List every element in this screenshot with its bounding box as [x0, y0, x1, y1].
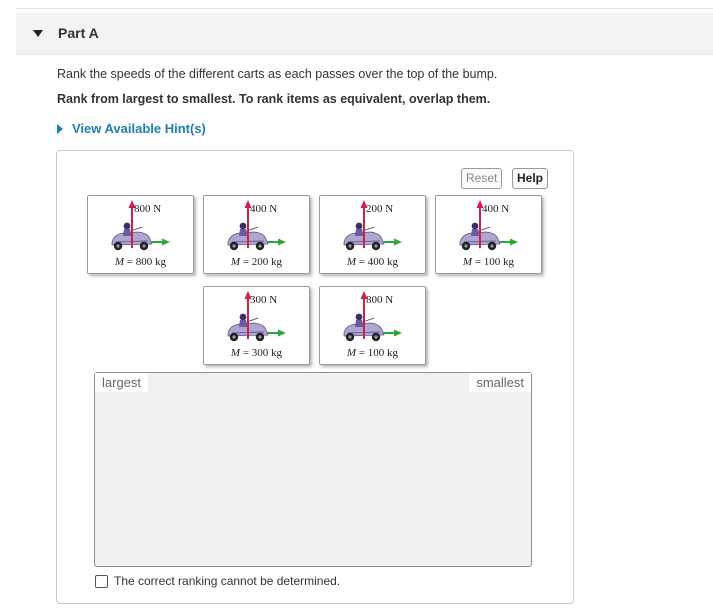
force-label: 200 N	[366, 203, 394, 215]
force-label: 800 N	[366, 294, 394, 306]
cart-card[interactable]: 300 N M = 300 kg	[203, 286, 310, 365]
mass-symbol: M	[230, 347, 241, 359]
mass-symbol: M	[114, 256, 125, 268]
mass-value: = 800 kg	[124, 256, 167, 268]
collapse-caret-icon[interactable]	[33, 30, 43, 37]
largest-label: largest	[95, 373, 149, 392]
part-header[interactable]: Part A	[16, 13, 713, 55]
view-hints-label: View Available Hint(s)	[72, 121, 206, 136]
mass-label: M = 400 kg	[320, 256, 425, 268]
cannot-determine-label: The correct ranking cannot be determined…	[114, 574, 341, 588]
mass-value: = 400 kg	[356, 256, 399, 268]
cart-card[interactable]: 200 N M = 400 kg	[319, 195, 426, 274]
ranking-drop-zone[interactable]: largest smallest	[94, 372, 532, 567]
mass-label: M = 200 kg	[204, 256, 309, 268]
mass-value: = 200 kg	[240, 256, 283, 268]
mass-value: = 100 kg	[356, 347, 399, 359]
mass-symbol: M	[346, 256, 357, 268]
top-divider	[16, 8, 713, 9]
instruction-text: Rank the speeds of the different carts a…	[57, 67, 498, 81]
cart-card[interactable]: 800 N M = 800 kg	[87, 195, 194, 274]
cart-card[interactable]: 400 N M = 200 kg	[203, 195, 310, 274]
mass-label: M = 300 kg	[204, 347, 309, 359]
force-label: 400 N	[250, 203, 278, 215]
ranking-panel: Reset Help 800 N M = 800 kg 400 N M = 20…	[56, 150, 574, 604]
cannot-determine-checkbox[interactable]	[95, 574, 108, 588]
instruction-bold-text: Rank from largest to smallest. To rank i…	[57, 92, 491, 106]
mass-value: = 300 kg	[240, 347, 283, 359]
mass-label: M = 100 kg	[436, 256, 541, 268]
help-button[interactable]: Help	[512, 168, 549, 189]
mass-label: M = 100 kg	[320, 347, 425, 359]
smallest-label: smallest	[469, 373, 531, 392]
force-label: 300 N	[250, 294, 278, 306]
mass-symbol: M	[462, 256, 473, 268]
force-label: 800 N	[134, 203, 162, 215]
part-title: Part A	[58, 25, 99, 41]
mass-label: M = 800 kg	[88, 256, 193, 268]
cart-card[interactable]: 400 N M = 100 kg	[435, 195, 542, 274]
expand-triangle-icon	[57, 123, 63, 134]
cart-card[interactable]: 800 N M = 100 kg	[319, 286, 426, 365]
force-label: 400 N	[482, 203, 510, 215]
view-hints-link[interactable]: View Available Hint(s)	[57, 121, 206, 136]
cannot-determine-option[interactable]: The correct ranking cannot be determined…	[95, 574, 340, 588]
mass-symbol: M	[346, 347, 357, 359]
mass-symbol: M	[230, 256, 241, 268]
mass-value: = 100 kg	[472, 256, 515, 268]
reset-button[interactable]: Reset	[461, 168, 503, 189]
